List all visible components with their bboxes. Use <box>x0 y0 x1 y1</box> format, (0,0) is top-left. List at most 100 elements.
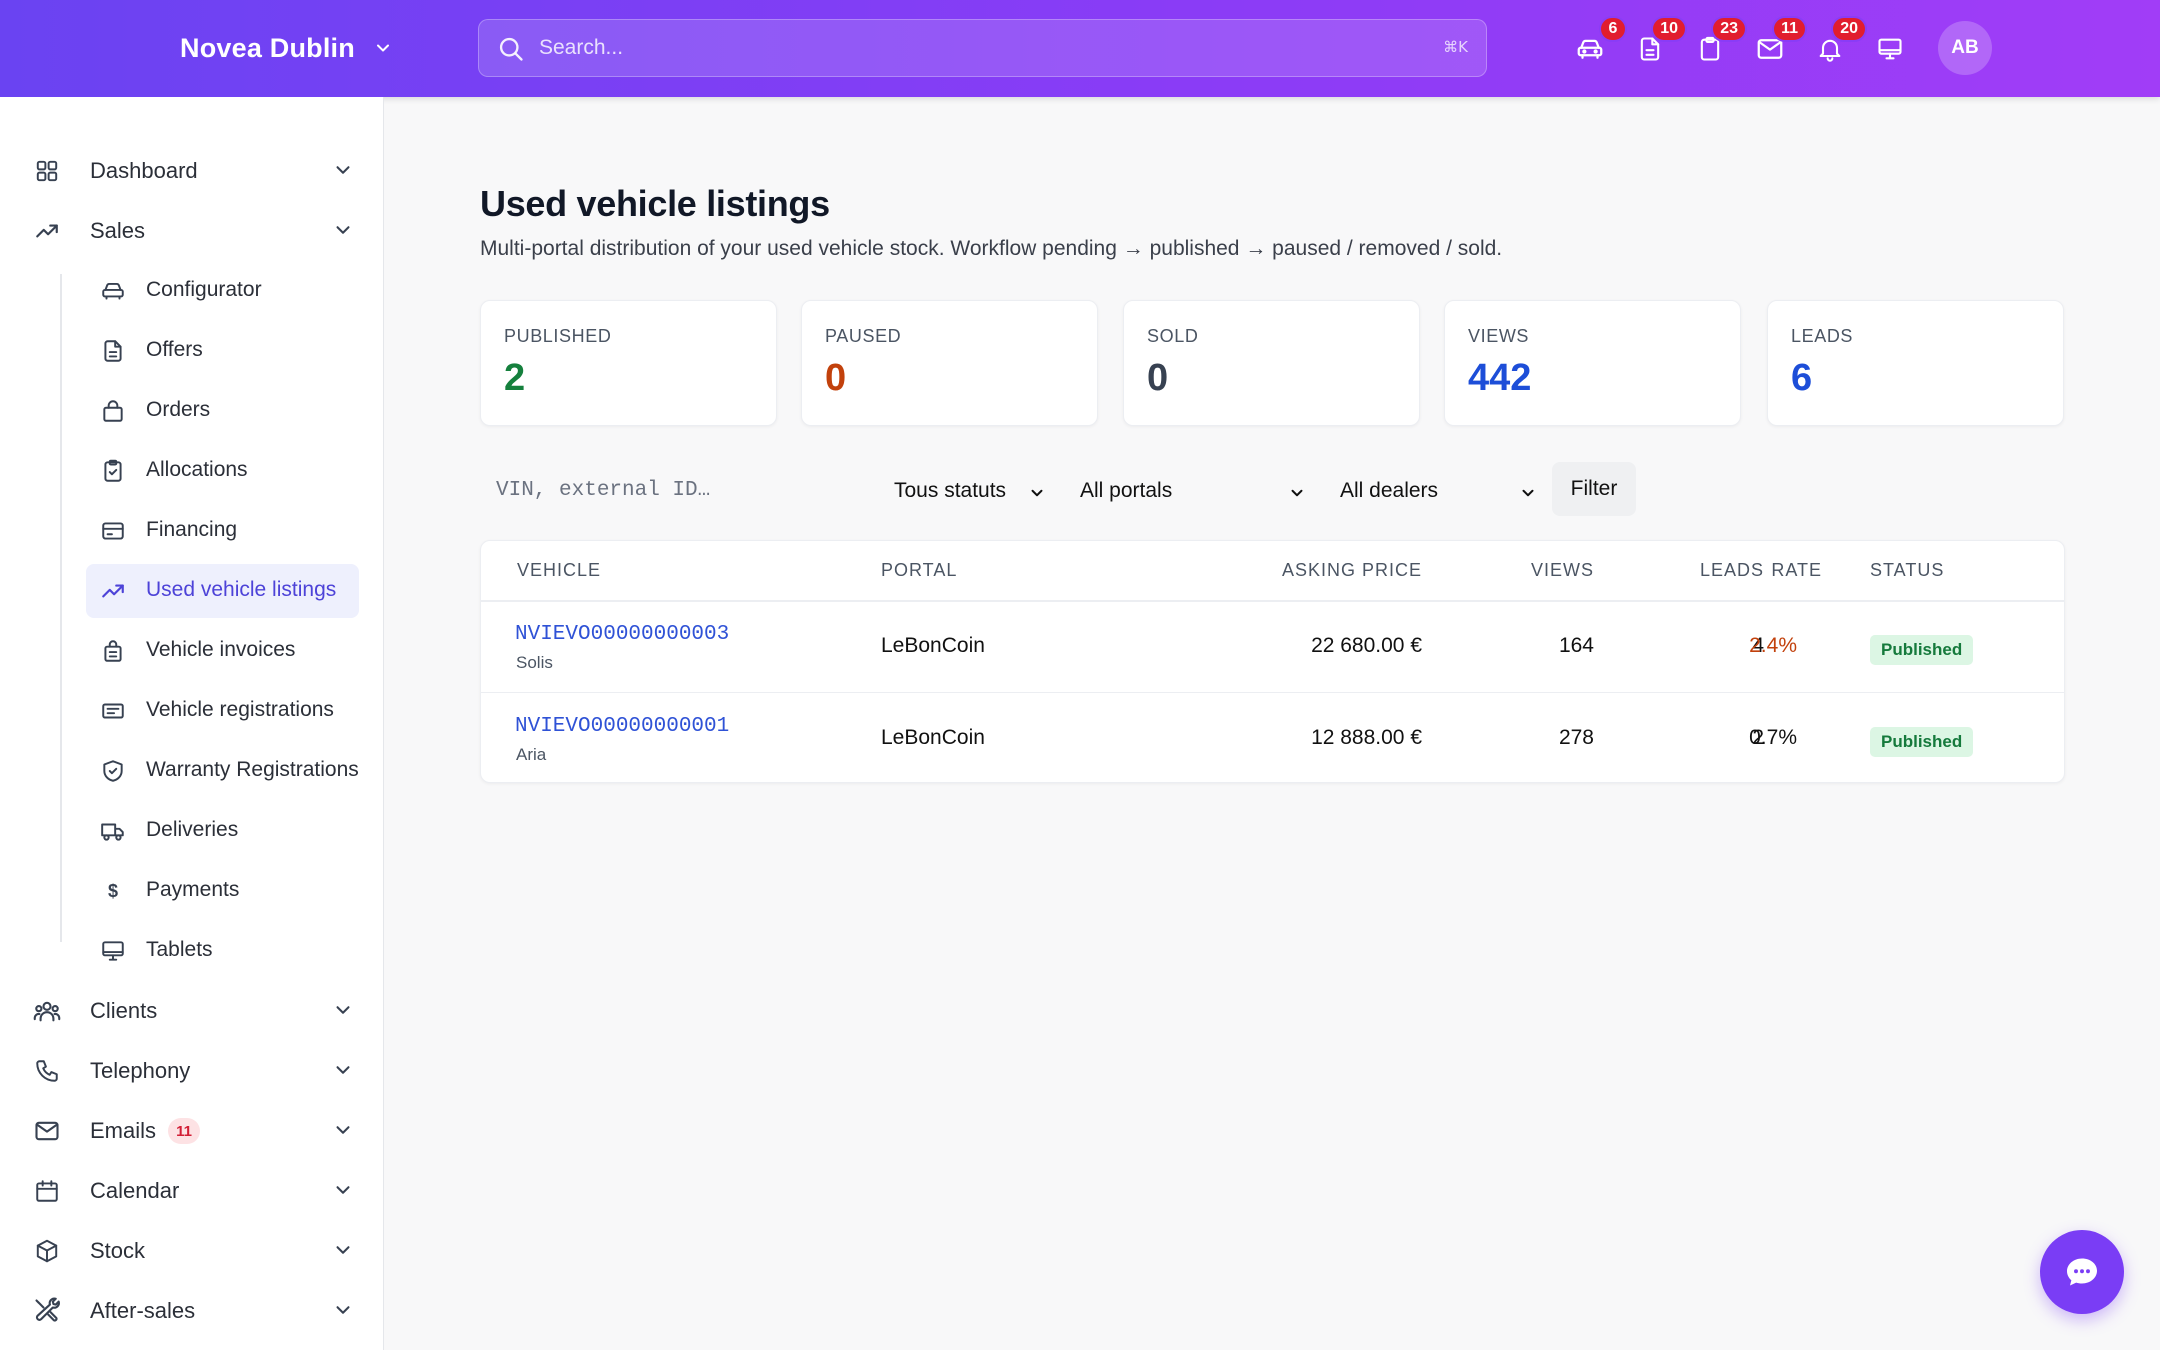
monitor-icon <box>98 936 128 966</box>
stat-card-published: PUBLISHED 2 <box>480 300 777 426</box>
chevron-down-icon <box>332 159 354 181</box>
stat-label: PUBLISHED <box>504 326 612 346</box>
sidebar-item-payments[interactable]: $ Payments <box>86 864 359 918</box>
filter-button[interactable]: Filter <box>1552 462 1636 516</box>
sidebar-item-configurator[interactable]: Configurator <box>86 264 359 318</box>
vin-search-input[interactable] <box>480 466 860 514</box>
status-select[interactable]: Tous statuts <box>894 468 1046 514</box>
display-button[interactable] <box>1871 30 1909 68</box>
sidebar-item-tablets[interactable]: Tablets <box>86 924 359 978</box>
sidebar-item-emails[interactable]: Emails 11 <box>32 1105 354 1157</box>
sidebar-item-financing[interactable]: Financing <box>86 504 359 558</box>
sidebar-item-deliveries[interactable]: Deliveries <box>86 804 359 858</box>
portal-cell: LeBonCoin <box>881 634 985 657</box>
sidebar-item-label: Clients <box>90 998 158 1023</box>
dealer-select-value: All dealers <box>1340 479 1439 502</box>
vehicle-vin-link[interactable]: NVIEVO00000000001 <box>515 715 729 738</box>
chevron-down-icon <box>1028 484 1046 502</box>
phone-icon <box>32 1056 62 1086</box>
trend-icon <box>32 216 62 246</box>
search-input[interactable] <box>539 20 1399 76</box>
sidebar-item-label: Financing <box>146 518 238 541</box>
sidebar-item-calendar[interactable]: Calendar <box>32 1165 354 1217</box>
table-row[interactable]: NVIEVO00000000003 Solis LeBonCoin 22 680… <box>481 601 2064 693</box>
sidebar-item-sales[interactable]: Sales <box>32 205 354 257</box>
car-button[interactable]: 6 <box>1571 16 1627 68</box>
chevron-down-icon <box>332 1179 354 1201</box>
sidebar-item-label: Offers <box>146 338 203 361</box>
sidebar-item-clients[interactable]: Clients <box>32 985 354 1037</box>
sidebar-item-label: Vehicle registrations <box>146 698 334 721</box>
portal-cell: LeBonCoin <box>881 726 985 749</box>
stat-card-sold: SOLD 0 <box>1123 300 1420 426</box>
sidebar-item-stock[interactable]: Stock <box>32 1225 354 1277</box>
sidebar-item-label: Dashboard <box>90 158 198 183</box>
notification-badge: 11 <box>1772 16 1807 42</box>
stat-value: 6 <box>1791 357 1813 399</box>
chevron-down-icon <box>332 219 354 241</box>
notification-badge: 10 <box>1651 16 1687 42</box>
stat-card-leads: LEADS 6 <box>1767 300 2064 426</box>
portal-select-value: All portals <box>1080 479 1173 502</box>
price-cell: 12 888.00 € <box>1311 726 1422 749</box>
sidebar-item-allocations[interactable]: Allocations <box>86 444 359 498</box>
sidebar-item-label: Deliveries <box>146 818 239 841</box>
clipboard-check-icon <box>98 456 128 486</box>
global-search[interactable]: ⌘K <box>478 19 1487 77</box>
sidebar-item-label: Sales <box>90 218 146 243</box>
chevron-down-icon <box>332 1239 354 1261</box>
vehicle-model: Solis <box>516 653 553 672</box>
tasks-button[interactable]: 23 <box>1691 16 1747 68</box>
sidebar-item-after-sales[interactable]: After-sales <box>32 1285 354 1337</box>
car-icon <box>1575 34 1605 64</box>
sidebar-item-label: Tablets <box>146 938 213 961</box>
mail-button[interactable]: 11 <box>1751 16 1807 68</box>
sidebar-item-warranty-registrations[interactable]: Warranty Registrations <box>86 744 359 798</box>
sidebar-item-used-vehicle-listings[interactable]: Used vehicle listings <box>86 564 359 618</box>
submenu-guide-line <box>60 274 62 942</box>
sidebar-item-offers[interactable]: Offers <box>86 324 359 378</box>
sidebar-item-label: Payments <box>146 878 240 901</box>
sidebar-item-label: Stock <box>90 1238 146 1263</box>
truck-icon <box>98 816 128 846</box>
sidebar-item-label: Orders <box>146 398 211 421</box>
sidebar-item-label: Emails <box>90 1118 157 1143</box>
column-header: STATUS <box>1870 560 1945 580</box>
status-select-value: Tous statuts <box>894 479 1007 502</box>
price-cell: 22 680.00 € <box>1311 634 1422 657</box>
stat-label: SOLD <box>1147 326 1199 346</box>
sidebar-item-vehicle-invoices[interactable]: Vehicle invoices <box>86 624 359 678</box>
mail-icon <box>32 1116 62 1146</box>
chevron-down-icon <box>332 1059 354 1081</box>
vehicle-model: Aria <box>516 745 547 764</box>
stat-label: PAUSED <box>825 326 902 346</box>
sidebar-item-vehicle-registrations[interactable]: Vehicle registrations <box>86 684 359 738</box>
rate-cell: 0.7% <box>1749 726 1797 749</box>
dealer-select[interactable]: All dealers <box>1340 468 1537 514</box>
sidebar-item-telephony[interactable]: Telephony <box>32 1045 354 1097</box>
stat-value: 0 <box>1147 357 1169 399</box>
top-bar: Novea Dublin ⌘K 6 10 23 11 <box>0 0 2160 97</box>
sidebar-item-dashboard[interactable]: Dashboard <box>32 145 354 197</box>
column-header: ASKING PRICE <box>1281 560 1422 580</box>
notifications-button[interactable]: 20 <box>1811 16 1867 68</box>
vehicle-vin-link[interactable]: NVIEVO00000000003 <box>515 623 729 646</box>
unread-badge: 11 <box>168 1118 201 1144</box>
documents-button[interactable]: 10 <box>1631 16 1687 68</box>
portal-select[interactable]: All portals <box>1080 468 1306 514</box>
car-icon <box>98 276 128 306</box>
bag-icon <box>98 396 128 426</box>
dealer-switcher[interactable]: Novea Dublin <box>180 28 393 68</box>
table-row[interactable]: NVIEVO00000000001 Aria LeBonCoin 12 888.… <box>481 692 2064 782</box>
sidebar-item-orders[interactable]: Orders <box>86 384 359 438</box>
trend-icon <box>98 576 128 606</box>
notification-badge: 23 <box>1711 16 1747 42</box>
document-icon <box>98 336 128 366</box>
chevron-down-icon <box>373 38 393 58</box>
column-header: RATE <box>1771 560 1822 580</box>
search-icon <box>497 35 525 63</box>
chat-button[interactable] <box>2040 1230 2124 1314</box>
user-avatar[interactable]: AB <box>1938 21 1992 75</box>
tools-icon <box>32 1296 62 1326</box>
column-header: VEHICLE <box>517 560 602 580</box>
